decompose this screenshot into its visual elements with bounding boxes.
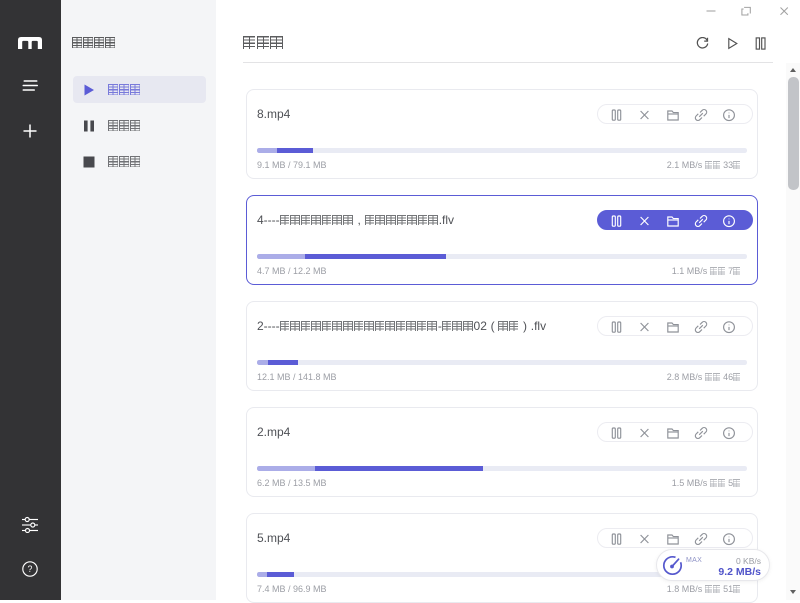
svg-text:?: ? — [28, 564, 33, 574]
